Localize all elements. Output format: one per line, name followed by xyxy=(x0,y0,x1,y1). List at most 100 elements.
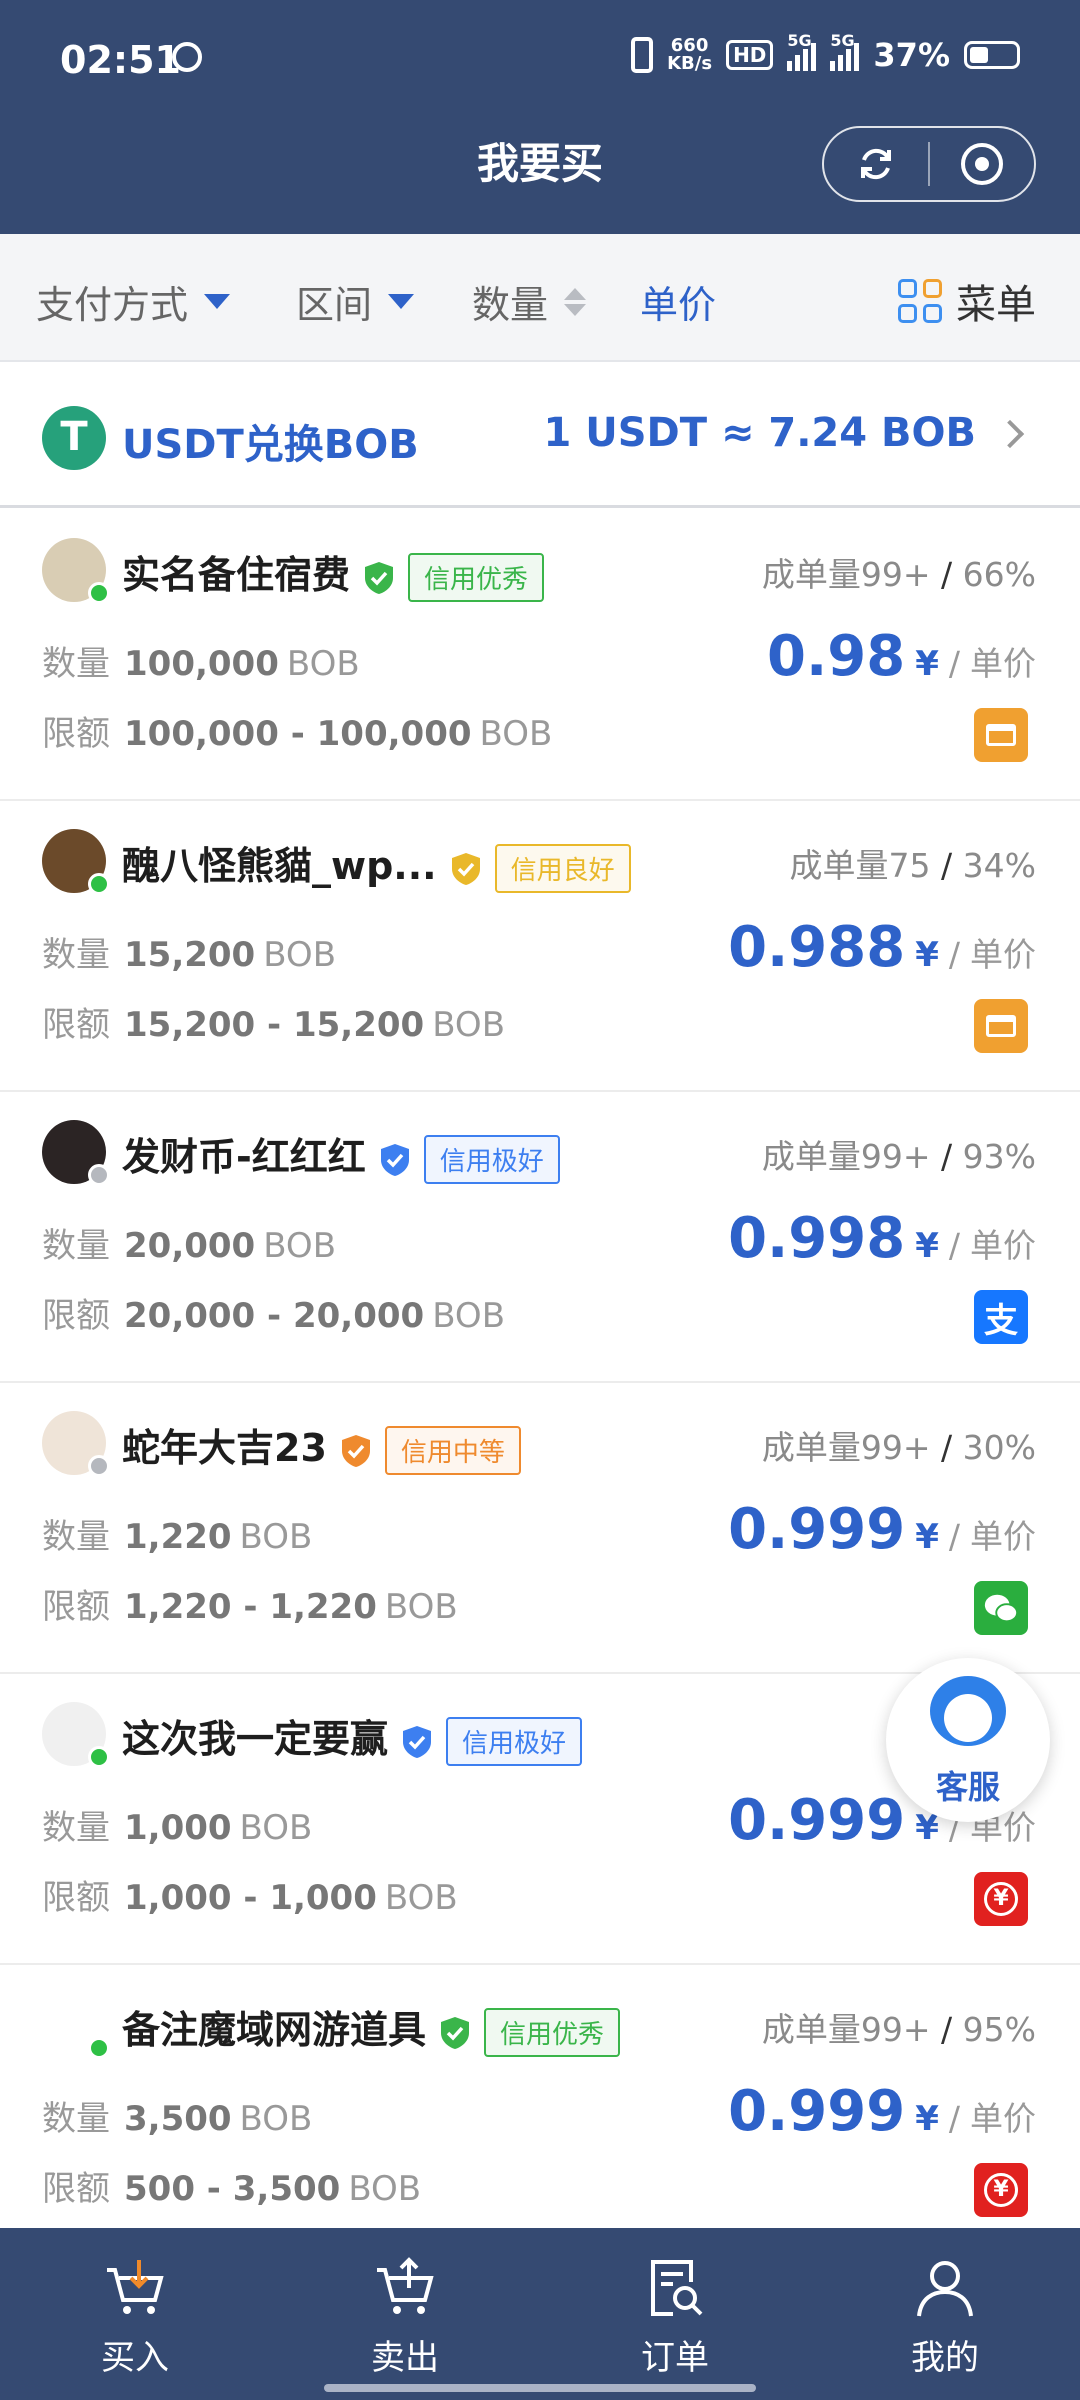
home-indicator[interactable] xyxy=(324,2384,756,2392)
quantity-value: 3,500 xyxy=(124,2099,232,2139)
credit-badge: 信用极好 xyxy=(423,1135,560,1184)
quantity-label: 数量 xyxy=(42,1517,110,1557)
limit-unit: BOB xyxy=(432,1296,506,1336)
limit-label: 限额 xyxy=(42,1005,110,1045)
listing-item[interactable]: 发财币-红红红 信用极好 成单量99+ / 93% 数量 20,000 BOB 限额 2… xyxy=(0,1092,1080,1383)
online-status-dot xyxy=(88,1746,110,1768)
merchant-name: 备注魔域网游道具 xyxy=(122,2008,427,2052)
limit-value: 1,220 - 1,220 xyxy=(124,1587,377,1627)
verified-shield-icon xyxy=(380,1143,409,1176)
price-per-unit-label: 单价 xyxy=(970,1517,1036,1556)
listing-item[interactable]: 醜八怪熊貓_wp... 信用良好 成单量75 / 34% 数量 15,200 BOB … xyxy=(0,801,1080,1092)
quantity-unit: BOB xyxy=(263,1226,337,1266)
avatar xyxy=(42,1120,110,1186)
close-target-button[interactable] xyxy=(930,128,1034,200)
status-time: 02:51 xyxy=(60,38,181,82)
grid-menu-icon xyxy=(898,279,942,323)
card-icon xyxy=(974,708,1028,762)
online-status-dot xyxy=(88,2037,110,2059)
order-stats: 成单量99+ / 66% xyxy=(762,548,1036,596)
merchant-name-row: 备注魔域网游道具 信用优秀 xyxy=(122,1999,621,2057)
quantity-label: 数量 xyxy=(42,644,110,684)
quantity-unit: BOB xyxy=(239,1808,313,1848)
quantity-value: 15,200 xyxy=(124,935,256,975)
quantity-unit: BOB xyxy=(239,1517,313,1557)
merchant-name: 醜八怪熊貓_wp... xyxy=(122,844,437,888)
completion-rate: 66% xyxy=(962,555,1036,594)
alipay-icon: 支 xyxy=(974,1290,1028,1344)
limit-row: 限额 20,000 - 20,000 BOB xyxy=(42,1288,505,1337)
quantity-row: 数量 1,000 BOB xyxy=(42,1800,312,1849)
listing-item[interactable]: 蛇年大吉23 信用中等 成单量99+ / 30% 数量 1,220 BOB 限额 1,2… xyxy=(0,1383,1080,1674)
order-count: 成单量99+ xyxy=(761,555,931,594)
cart-sell-icon xyxy=(377,2257,434,2314)
nav-sell[interactable]: 卖出 xyxy=(270,2228,540,2400)
status-right: 660 KB/s HD 5G 5G 37% xyxy=(631,31,1020,74)
limit-row: 限额 1,000 - 1,000 BOB xyxy=(42,1870,458,1919)
yen-symbol: ¥ xyxy=(915,935,939,975)
agent-face xyxy=(944,1694,992,1742)
digital-cny-icon: ¥ xyxy=(974,2163,1028,2217)
network-speed-unit: KB/s xyxy=(667,53,713,74)
listing-item[interactable]: 实名备住宿费 信用优秀 成单量99+ / 66% 数量 100,000 BOB 限额 1… xyxy=(0,510,1080,801)
price: 0.999 ¥ / 单价 xyxy=(728,2079,1036,2144)
sort-icon xyxy=(564,287,587,316)
stats-separator: / xyxy=(941,1428,953,1467)
merchant-name: 蛇年大吉23 xyxy=(122,1426,327,1470)
battery-percent: 37% xyxy=(873,36,950,74)
refresh-button[interactable] xyxy=(824,128,928,200)
signal-label: 5G xyxy=(787,31,812,50)
price-separator: / xyxy=(948,644,960,683)
yen-symbol: ¥ xyxy=(915,1226,939,1266)
nav-profile[interactable]: 我的 xyxy=(810,2228,1080,2400)
nav-buy-label: 买入 xyxy=(101,2338,169,2378)
order-stats: 成单量99+ / 95% xyxy=(762,2003,1036,2051)
limit-unit: BOB xyxy=(384,1587,458,1627)
profile-icon xyxy=(917,2261,973,2317)
order-count: 成单量99+ xyxy=(761,1137,931,1176)
limit-unit: BOB xyxy=(384,1878,458,1918)
filter-range-label: 区间 xyxy=(296,283,373,327)
filter-quantity[interactable]: 数量 xyxy=(472,274,587,329)
quantity-label: 数量 xyxy=(42,1226,110,1266)
battery-icon xyxy=(964,41,1020,69)
quantity-label: 数量 xyxy=(42,2099,110,2139)
filter-payment[interactable]: 支付方式 xyxy=(36,274,231,329)
completion-rate: 30% xyxy=(962,1428,1036,1467)
wechat-icon xyxy=(974,1581,1028,1635)
credit-badge: 信用良好 xyxy=(494,844,631,893)
nav-buy[interactable]: 买入 xyxy=(0,2228,270,2400)
price-separator: / xyxy=(948,935,960,974)
price-per-unit-label: 单价 xyxy=(970,1226,1036,1265)
order-count: 成单量75 xyxy=(789,846,931,885)
filter-unit-price[interactable]: 单价 xyxy=(640,274,716,329)
listing-item[interactable]: 备注魔域网游道具 信用优秀 成单量99+ / 95% 数量 3,500 BOB 限额 5… xyxy=(0,1965,1080,2256)
limit-value: 20,000 - 20,000 xyxy=(124,1296,425,1336)
order-count: 成单量99+ xyxy=(761,2010,931,2049)
limit-row: 限额 500 - 3,500 BOB xyxy=(42,2161,421,2210)
avatar xyxy=(42,829,110,895)
avatar xyxy=(42,1411,110,1477)
merchant-name: 发财币-红红红 xyxy=(122,1135,366,1179)
avatar xyxy=(42,1702,110,1768)
menu-button[interactable]: 菜单 xyxy=(898,272,1036,330)
filter-quantity-label: 数量 xyxy=(472,283,549,327)
merchant-name: 这次我一定要赢 xyxy=(122,1717,389,1761)
quantity-unit: BOB xyxy=(263,935,337,975)
order-search-icon xyxy=(651,2260,703,2316)
limit-unit: BOB xyxy=(348,2169,422,2209)
cart-buy-icon xyxy=(107,2260,164,2314)
online-status-dot xyxy=(88,1164,110,1186)
status-bar: 02:51 660 KB/s HD 5G 5G 37% xyxy=(0,0,1080,120)
nav-orders[interactable]: 订单 xyxy=(540,2228,810,2400)
filter-range[interactable]: 区间 xyxy=(296,274,415,329)
order-stats: 成单量75 / 34% xyxy=(790,839,1036,887)
target-icon xyxy=(961,143,1003,185)
verified-shield-icon xyxy=(403,1725,432,1758)
online-status-dot xyxy=(88,1455,110,1477)
card-icon xyxy=(974,999,1028,1053)
caret-down-icon xyxy=(204,294,231,309)
customer-service-button[interactable]: 客服 xyxy=(886,1658,1050,1822)
price-value: 0.999 xyxy=(728,1788,906,1853)
quantity-row: 数量 1,220 BOB xyxy=(42,1509,312,1558)
